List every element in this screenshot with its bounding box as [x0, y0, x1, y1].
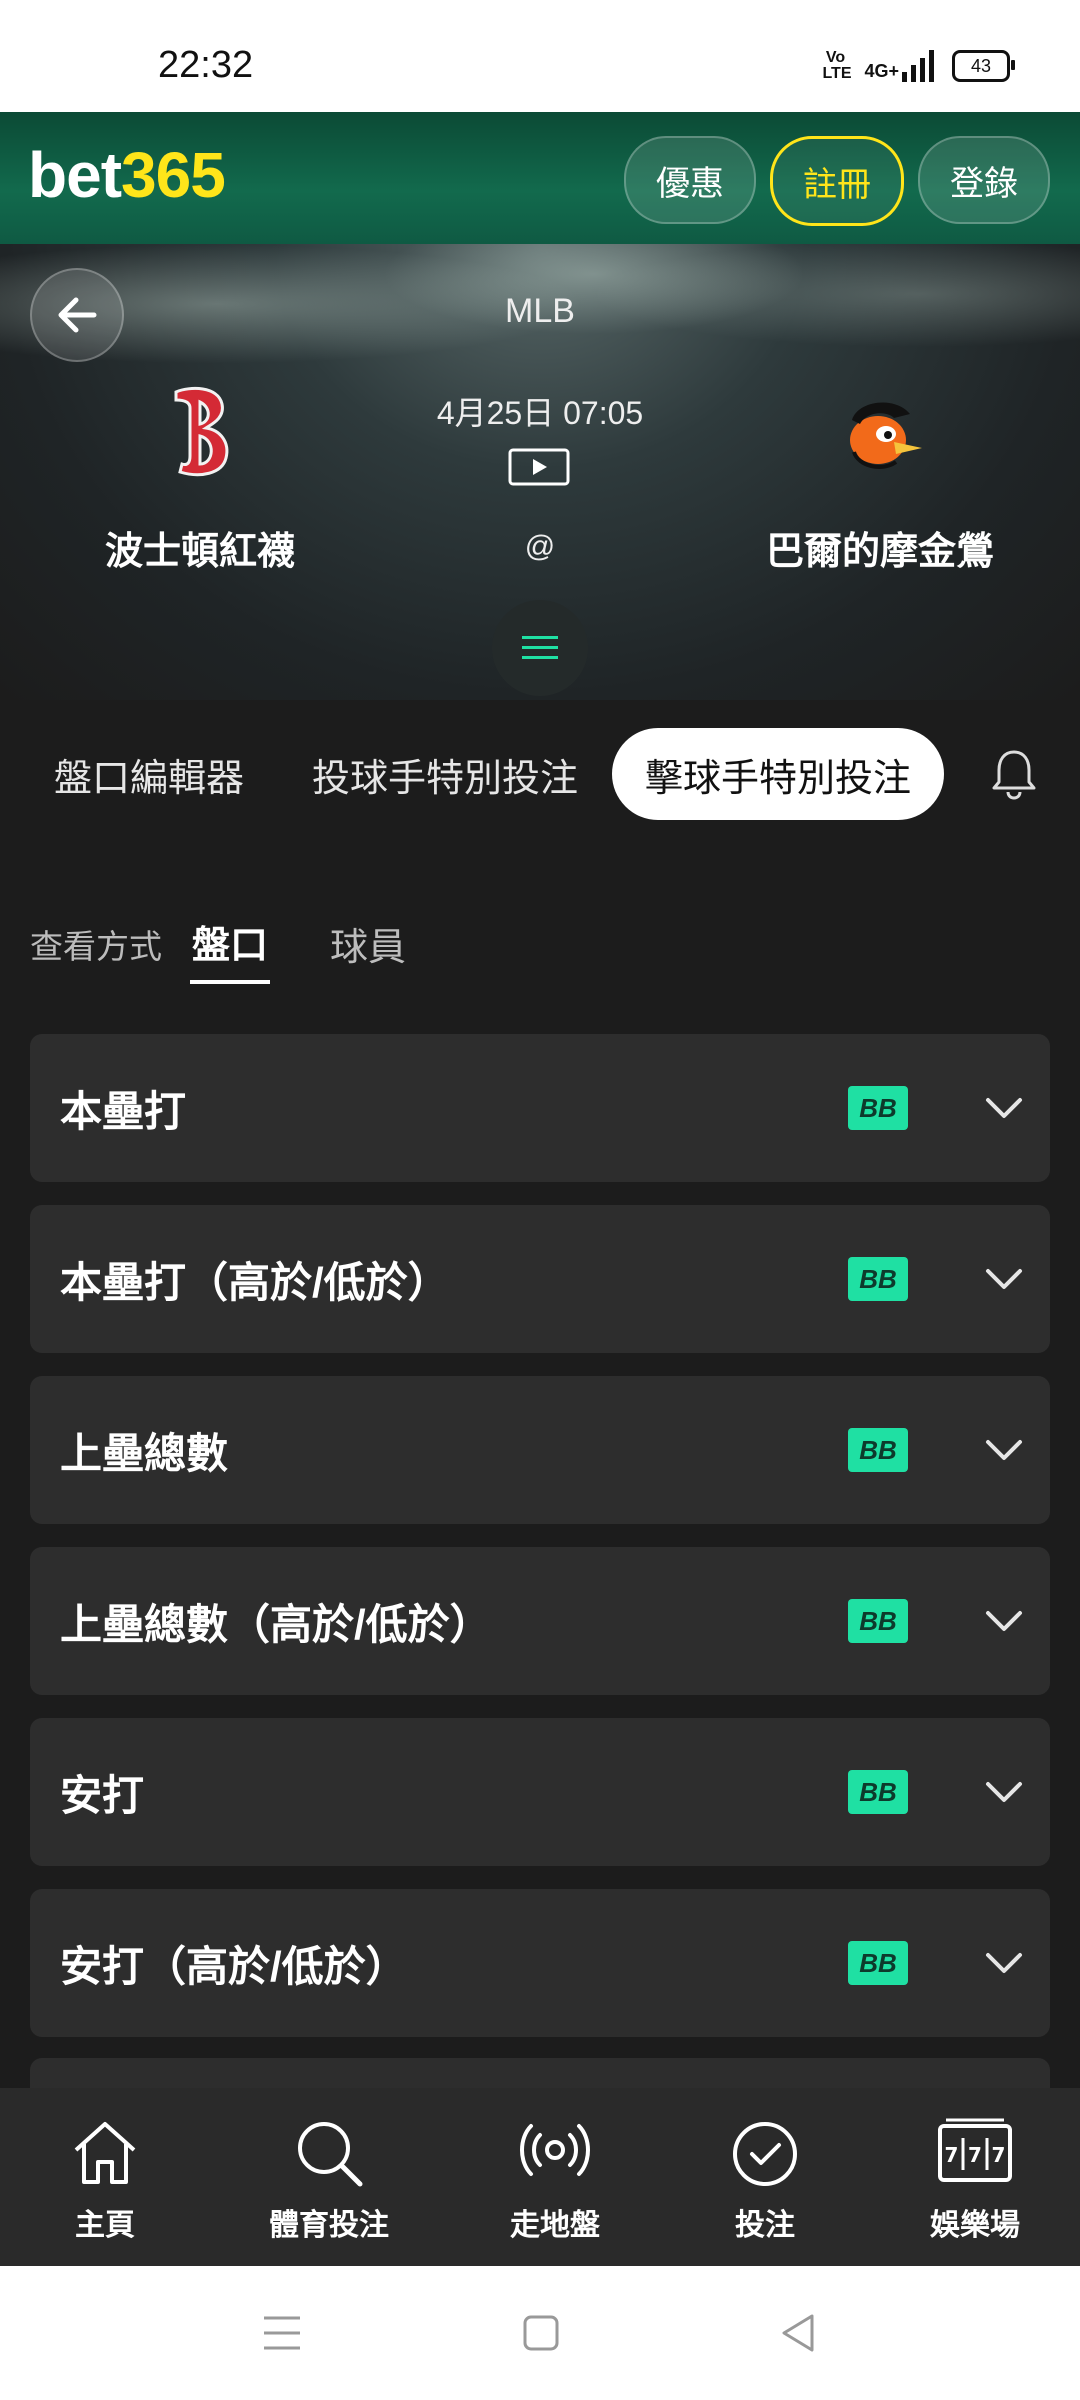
offers-button[interactable]: 優惠 — [624, 136, 756, 224]
tab-market-editor[interactable]: 盤口編輯器 — [34, 728, 264, 820]
bet-builder-badge: BB — [848, 1257, 908, 1301]
check-circle-icon — [733, 2122, 797, 2186]
svg-text:7: 7 — [992, 2143, 1006, 2167]
market-title: 安打（高於/低於） — [60, 1942, 408, 1990]
chevron-down-icon[interactable] — [980, 1084, 1028, 1132]
market-title: 安打 — [60, 1771, 145, 1819]
view-mode-row: 查看方式 盤口 球員 — [0, 900, 1080, 990]
market-row-partial[interactable] — [30, 2058, 1050, 2088]
logo-text-365: 365 — [121, 139, 226, 211]
market-row[interactable]: 本壘打 BB — [30, 1034, 1050, 1182]
battery-level: 43 — [970, 55, 992, 76]
bell-icon[interactable] — [984, 744, 1044, 804]
bet-builder-badge: BB — [848, 1770, 908, 1814]
nav-label: 娛樂場 — [930, 2209, 1020, 2242]
nav-sports[interactable]: 體育投注 — [234, 2088, 424, 2266]
nav-label: 主頁 — [75, 2209, 135, 2242]
market-row[interactable]: 上壘總數 BB — [30, 1376, 1050, 1524]
bottom-navigation: 主頁 體育投注 走地盤 投注 7 7 7 娛樂場 — [0, 2088, 1080, 2266]
recent-apps-icon[interactable] — [262, 2314, 302, 2352]
nav-live[interactable]: 走地盤 — [460, 2088, 650, 2266]
login-button[interactable]: 登錄 — [918, 136, 1050, 224]
match-menu-button[interactable] — [492, 600, 588, 696]
nav-label: 走地盤 — [510, 2209, 600, 2242]
market-row[interactable]: 安打 BB — [30, 1718, 1050, 1866]
svg-text:7: 7 — [968, 2143, 982, 2167]
system-navigation-bar — [0, 2266, 1080, 2400]
bet-builder-badge: BB — [848, 1941, 908, 1985]
nav-casino[interactable]: 7 7 7 娛樂場 — [880, 2088, 1070, 2266]
chevron-down-icon[interactable] — [980, 1768, 1028, 1816]
league-name: MLB — [505, 292, 575, 330]
red-sox-logo — [174, 386, 229, 477]
view-by-market[interactable]: 盤口 — [192, 914, 268, 969]
market-tabs: 盤口編輯器 投球手特別投注 擊球手特別投注 — [0, 720, 1080, 830]
market-title: 本壘打 — [60, 1087, 187, 1135]
market-row[interactable]: 上壘總數（高於/低於） BB — [30, 1547, 1050, 1695]
svg-text:7: 7 — [945, 2143, 959, 2167]
bet-builder-badge: BB — [848, 1428, 908, 1472]
nav-label: 體育投注 — [269, 2209, 389, 2242]
status-time: 22:32 — [158, 44, 254, 86]
home-system-icon[interactable] — [522, 2314, 560, 2352]
bet-builder-badge: BB — [848, 1086, 908, 1130]
search-icon — [298, 2122, 363, 2187]
market-row[interactable]: 安打（高於/低於） BB — [30, 1889, 1050, 2037]
market-title: 本壘打（高於/低於） — [60, 1258, 450, 1306]
nav-label: 投注 — [735, 2209, 795, 2242]
network-type: 4G+ — [864, 61, 899, 81]
view-by-player[interactable]: 球員 — [330, 916, 406, 971]
hamburger-menu-icon — [522, 636, 558, 659]
chevron-down-icon[interactable] — [980, 1255, 1028, 1303]
battery-icon: 43 — [952, 50, 1015, 82]
nav-bets[interactable]: 投注 — [670, 2088, 860, 2266]
status-bar: 22:32 Vo LTE 4G+ 43 — [0, 0, 1080, 112]
view-mode-label: 查看方式 — [30, 928, 162, 965]
market-title: 上壘總數（高於/低於） — [60, 1600, 492, 1648]
nav-home[interactable]: 主頁 — [10, 2088, 200, 2266]
status-icons: Vo LTE 4G+ 43 — [822, 49, 1015, 82]
chevron-down-icon[interactable] — [980, 1426, 1028, 1474]
signal-icon — [902, 50, 934, 82]
back-system-icon[interactable] — [778, 2312, 818, 2354]
slot-machine-icon: 7 7 7 — [938, 2118, 1012, 2182]
market-row[interactable]: 本壘打（高於/低於） BB — [30, 1205, 1050, 1353]
app-header: bet365 優惠 註冊 登錄 — [0, 112, 1080, 244]
video-play-icon[interactable] — [508, 448, 570, 486]
active-underline — [190, 980, 270, 984]
orioles-logo — [850, 402, 922, 469]
bet-builder-badge: BB — [848, 1599, 908, 1643]
home-icon — [74, 2122, 136, 2184]
tab-pitcher-specials[interactable]: 投球手特別投注 — [300, 728, 590, 820]
market-title: 上壘總數 — [60, 1429, 229, 1477]
volte-indicator: Vo LTE — [822, 49, 852, 82]
away-team-name: 巴爾的摩金鶯 — [765, 531, 994, 573]
chevron-down-icon[interactable] — [980, 1939, 1028, 1987]
match-header: MLB 4月25日 07:05 @ 波士頓紅襪 巴爾的摩金鶯 — [0, 244, 1080, 700]
tab-batter-specials[interactable]: 擊球手特別投注 — [612, 728, 944, 820]
bet365-logo[interactable]: bet365 — [28, 138, 226, 212]
network-indicator: 4G+ — [864, 50, 936, 82]
live-broadcast-icon — [520, 2124, 590, 2176]
logo-text-bet: bet — [28, 139, 122, 211]
home-team-name: 波士頓紅襪 — [104, 531, 295, 573]
register-button[interactable]: 註冊 — [770, 136, 904, 226]
chevron-down-icon[interactable] — [980, 1597, 1028, 1645]
